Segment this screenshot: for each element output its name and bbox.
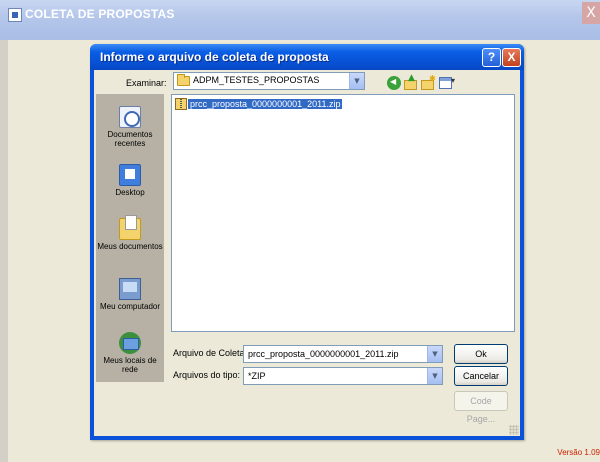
filetype-value: *ZIP [248, 371, 266, 381]
zip-file-icon [175, 98, 187, 110]
dialog-client: Examinar: ADPM_TESTES_PROPOSTAS ▼ Docume… [94, 70, 520, 436]
code-page-button[interactable]: Code Page... [454, 391, 508, 424]
place-label: Meus locais de rede [103, 356, 157, 374]
app-close-button[interactable]: X [582, 2, 600, 24]
dialog-close-button[interactable]: X [502, 48, 521, 67]
file-name: prcc_proposta_0000000001_2011.zip [186, 98, 344, 110]
dialog-titlebar: Informe o arquivo de coleta de proposta … [90, 44, 524, 70]
filetype-select[interactable]: *ZIP ▼ [243, 367, 443, 385]
network-places-icon [119, 332, 141, 354]
place-label: Desktop [115, 188, 145, 197]
chevron-down-icon[interactable]: ▼ [427, 368, 442, 384]
open-file-dialog: Informe o arquivo de coleta de proposta … [90, 44, 524, 440]
desktop-icon [119, 164, 141, 186]
look-in-value: ADPM_TESTES_PROPOSTAS [193, 75, 320, 85]
place-label: Meus documentos [97, 242, 163, 251]
views-menu-icon[interactable] [439, 76, 457, 90]
list-item[interactable]: prcc_proposta_0000000001_2011.zip [175, 97, 344, 111]
my-documents-icon [119, 215, 141, 240]
place-my-computer[interactable]: Meu computador [96, 278, 164, 311]
ok-button[interactable]: Ok [454, 344, 508, 364]
my-computer-icon [119, 278, 141, 300]
place-my-documents[interactable]: Meus documentos [96, 215, 164, 251]
chevron-down-icon[interactable]: ▼ [427, 346, 442, 362]
dialog-title: Informe o arquivo de coleta de proposta [100, 50, 329, 64]
app-icon [8, 8, 22, 22]
app-title: COLETA DE PROPOSTAS [25, 7, 175, 21]
recent-documents-icon [119, 106, 141, 128]
look-in-combo[interactable]: ADPM_TESTES_PROPOSTAS ▼ [173, 72, 365, 90]
folder-icon [177, 74, 190, 86]
app-titlebar: COLETA DE PROPOSTAS X [0, 0, 600, 40]
filename-value: prcc_proposta_0000000001_2011.zip [248, 349, 399, 359]
help-button[interactable]: ? [482, 48, 501, 67]
filename-input[interactable]: prcc_proposta_0000000001_2011.zip ▼ [243, 345, 443, 363]
look-in-label: Examinar: [126, 78, 167, 88]
up-folder-icon[interactable] [404, 73, 418, 90]
place-desktop[interactable]: Desktop [96, 164, 164, 197]
file-list[interactable]: prcc_proposta_0000000001_2011.zip [171, 94, 515, 332]
place-recent-documents[interactable]: Documentos recentes [96, 106, 164, 148]
new-folder-icon[interactable] [421, 74, 436, 90]
place-label: Meu computador [99, 302, 161, 311]
places-bar: Documentos recentes Desktop Meus documen… [96, 94, 164, 382]
cancel-button[interactable]: Cancelar [454, 366, 508, 386]
filetype-label: Arquivos do tipo: [173, 370, 241, 380]
resize-grip[interactable] [509, 425, 519, 435]
place-label: Documentos recentes [107, 130, 153, 148]
version-label: Versão 1.09 [557, 448, 600, 457]
place-network[interactable]: Meus locais de rede [96, 332, 164, 374]
filename-label: Arquivo de Coleta [173, 348, 245, 358]
back-icon[interactable] [387, 76, 401, 90]
chevron-down-icon[interactable]: ▼ [349, 73, 364, 89]
